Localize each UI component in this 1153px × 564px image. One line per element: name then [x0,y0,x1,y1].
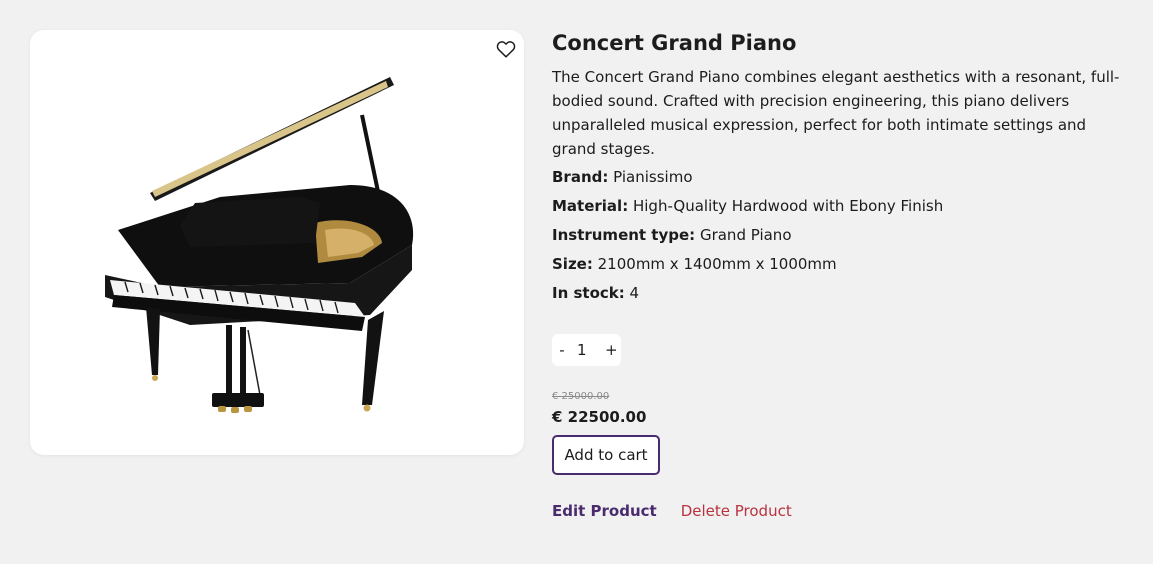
product-page: Concert Grand Piano The Concert Grand Pi… [0,0,1153,564]
current-price: € 22500.00 [552,408,647,426]
product-description: The Concert Grand Piano combines elegant… [552,68,1120,158]
product-admin-links: Edit Product Delete Product [552,502,792,520]
quantity-value[interactable]: 1 [567,341,605,359]
spec-instrument-type: Instrument type: Grand Piano [552,225,1132,245]
spec-value: 4 [629,284,640,302]
spec-material: Material: High-Quality Hardwood with Ebo… [552,196,1132,216]
decrease-quantity-button[interactable]: - [557,341,567,359]
edit-product-link[interactable]: Edit Product [552,502,657,520]
spec-size: Size: 2100mm x 1400mm x 1000mm [552,254,1132,274]
spec-value: 2100mm x 1400mm x 1000mm [597,255,837,273]
add-to-cart-button[interactable]: Add to cart [552,435,660,475]
spec-brand: Brand: Pianissimo [552,167,1132,187]
original-price: € 25000.00 [552,391,610,402]
spec-label: In stock: [552,284,625,302]
increase-quantity-button[interactable]: + [605,341,618,359]
spec-label: Brand: [552,168,609,186]
spec-label: Instrument type: [552,226,696,244]
spec-in-stock: In stock: 4 [552,283,1132,303]
delete-product-link[interactable]: Delete Product [681,502,792,520]
spec-value: High-Quality Hardwood with Ebony Finish [632,197,944,215]
spec-label: Size: [552,255,593,273]
product-details: Concert Grand Piano The Concert Grand Pi… [552,30,1132,303]
product-image-card [30,30,524,455]
product-title: Concert Grand Piano [552,31,797,55]
heart-outline-icon[interactable] [495,38,517,60]
quantity-stepper: - 1 + [552,334,621,366]
spec-label: Material: [552,197,629,215]
grand-piano-image [105,77,414,413]
spec-value: Pianissimo [613,168,693,186]
spec-value: Grand Piano [699,226,792,244]
